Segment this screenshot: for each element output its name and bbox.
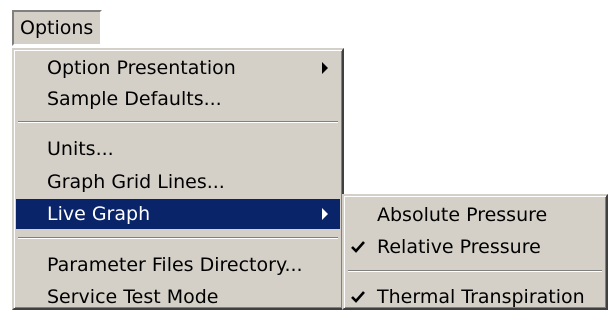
menu-item-label: Option Presentation xyxy=(47,57,236,79)
menu-separator xyxy=(18,237,338,239)
menu-item-label: Graph Grid Lines... xyxy=(47,171,225,193)
menu-item-label: Sample Defaults... xyxy=(47,88,222,110)
menu-separator xyxy=(348,270,602,272)
menu-item-sample-defaults[interactable]: Sample Defaults... xyxy=(16,84,340,114)
menu-item-label: Thermal Transpiration xyxy=(377,286,585,308)
menu-separator xyxy=(18,121,338,123)
menu-item-service-test-mode[interactable]: Service Test Mode xyxy=(16,282,340,312)
menu-item-option-presentation[interactable]: Option Presentation xyxy=(16,53,340,83)
menu-item-label: Parameter Files Directory... xyxy=(47,254,303,276)
submenu-item-absolute-pressure[interactable]: Absolute Pressure xyxy=(346,200,604,230)
menu-item-label: Live Graph xyxy=(47,203,151,225)
menu-item-label: Service Test Mode xyxy=(47,286,219,308)
menu-item-label: Units... xyxy=(47,138,114,160)
menu-item-label: Absolute Pressure xyxy=(377,204,548,226)
submenu-item-relative-pressure[interactable]: Relative Pressure xyxy=(346,232,604,262)
submenu-item-thermal-transpiration[interactable]: Thermal Transpiration xyxy=(346,282,604,312)
options-dropdown-menu: Option Presentation Sample Defaults... U… xyxy=(12,48,344,310)
submenu-arrow-icon xyxy=(322,208,328,220)
menu-item-live-graph[interactable]: Live Graph xyxy=(16,199,340,229)
menu-item-units[interactable]: Units... xyxy=(16,134,340,164)
options-menu[interactable]: Options xyxy=(12,10,102,46)
options-menu-label: Options xyxy=(20,17,94,39)
menu-item-parameter-files-directory[interactable]: Parameter Files Directory... xyxy=(16,250,340,280)
checkmark-icon xyxy=(351,241,365,253)
live-graph-submenu: Absolute Pressure Relative Pressure Ther… xyxy=(342,194,608,310)
menu-item-graph-grid-lines[interactable]: Graph Grid Lines... xyxy=(16,167,340,197)
checkmark-icon xyxy=(351,291,365,303)
submenu-arrow-icon xyxy=(322,62,328,74)
menu-item-label: Relative Pressure xyxy=(377,236,541,258)
